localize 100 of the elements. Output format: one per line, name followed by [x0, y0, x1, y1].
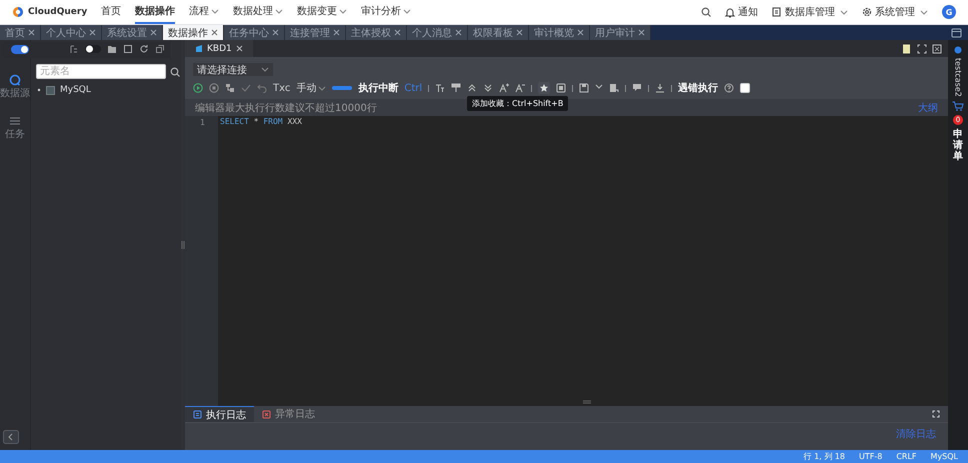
expand-down-icon[interactable] — [483, 83, 494, 93]
mode-dropdown[interactable]: 手动 — [296, 81, 326, 95]
user-avatar[interactable]: G — [942, 5, 956, 19]
close-icon[interactable] — [333, 29, 340, 36]
run-icon[interactable] — [193, 83, 203, 93]
close-icon[interactable] — [28, 29, 35, 36]
window-icon[interactable] — [932, 44, 942, 54]
page-tab[interactable]: 系统设置 — [102, 25, 163, 40]
page-tab[interactable]: 个人中心 — [41, 25, 102, 40]
code-line: SELECT * FROM XXX — [219, 117, 303, 126]
status-dot-icon — [954, 46, 962, 54]
interrupt-switch[interactable] — [332, 86, 352, 90]
editor-hint: 编辑器最大执行行数建议不超过10000行 — [195, 102, 377, 115]
gear-icon — [862, 6, 872, 18]
download-icon[interactable] — [655, 83, 666, 93]
close-icon[interactable] — [394, 29, 401, 36]
caret-icon — [211, 8, 220, 14]
search-field[interactable]: 元素名 — [36, 64, 166, 79]
rail-item[interactable]: 数据源 — [0, 74, 30, 99]
caret-icon — [840, 8, 848, 16]
nav-menu-item[interactable]: 数据处理 — [233, 0, 284, 24]
nav-menu-item[interactable]: 审计分析 — [361, 0, 412, 24]
page-tab[interactable]: 连接管理 — [285, 25, 346, 40]
nav-action-item[interactable]: 通知 — [725, 5, 758, 19]
resize-handle-icon[interactable] — [181, 241, 185, 249]
tree-item[interactable]: MySQL — [31, 83, 181, 97]
folder-icon[interactable] — [107, 44, 117, 54]
close-icon[interactable] — [150, 29, 157, 36]
caret-icon — [339, 8, 348, 14]
caret-icon — [275, 8, 284, 14]
rail-item[interactable]: 任务 — [5, 115, 25, 140]
font-size-icon[interactable] — [435, 83, 446, 93]
comment-icon[interactable] — [632, 83, 642, 93]
resize-handle-icon[interactable] — [583, 400, 591, 404]
caret-icon — [920, 8, 928, 16]
close-icon[interactable] — [577, 29, 584, 36]
font-decrease-icon[interactable] — [515, 83, 526, 93]
status-item: UTF-8 — [859, 452, 882, 461]
status-item: CRLF — [896, 452, 917, 461]
connection-select[interactable]: 请选择连接 — [193, 63, 273, 76]
collapse-up-icon[interactable] — [467, 83, 478, 93]
log-tab[interactable]: 执行日志 — [185, 406, 254, 422]
transaction-label: Txc — [273, 82, 290, 94]
collapse-icon[interactable] — [3, 430, 19, 444]
close-icon[interactable] — [89, 29, 96, 36]
fullscreen-icon[interactable] — [917, 44, 927, 54]
line-number: 1 — [198, 118, 206, 127]
search-icon[interactable] — [170, 66, 180, 76]
error-log-icon — [262, 410, 271, 418]
font-increase-icon[interactable] — [499, 83, 510, 93]
close-icon[interactable] — [638, 29, 645, 36]
nav-menu-item[interactable]: 流程 — [189, 0, 220, 24]
cart-icon[interactable] — [952, 100, 964, 111]
continue-checkbox[interactable] — [740, 83, 750, 93]
page-tab[interactable]: 用户审计 — [590, 25, 651, 40]
log-tab[interactable]: 异常日志 — [254, 406, 323, 422]
refresh-icon[interactable] — [139, 44, 149, 54]
brand-name: CloudQuery — [28, 7, 88, 17]
star-icon[interactable] — [538, 82, 550, 94]
copy-icon[interactable] — [123, 44, 133, 54]
close-icon[interactable] — [455, 29, 462, 36]
status-item: MySQL — [930, 452, 958, 461]
help-icon[interactable] — [724, 83, 734, 93]
save-icon[interactable] — [579, 83, 590, 93]
nav-action-item[interactable]: 系统管理 — [862, 5, 928, 19]
caret-icon — [261, 66, 269, 73]
page-tab[interactable]: 权限看板 — [468, 25, 529, 40]
shortcut-label: Ctrl — [404, 82, 422, 94]
document-icon[interactable] — [902, 44, 912, 54]
requests-label[interactable]: 申请单 — [953, 128, 963, 162]
interrupt-label: 执行中断 — [358, 82, 398, 95]
theme-switch[interactable] — [11, 44, 29, 54]
session-label[interactable]: testcase2 — [954, 58, 962, 97]
nav-menu-item[interactable]: 首页 — [101, 0, 122, 24]
search-icon[interactable] — [701, 7, 711, 17]
check-icon[interactable] — [241, 83, 251, 93]
close-icon[interactable] — [236, 45, 243, 52]
editor-tab[interactable]: KBD1 — [185, 40, 253, 57]
close-icon[interactable] — [211, 29, 218, 36]
stop-icon[interactable] — [209, 83, 219, 93]
page-tab[interactable]: 个人消息 — [407, 25, 468, 40]
toggle-icon[interactable] — [85, 44, 101, 54]
page-tab[interactable]: 主体授权 — [346, 25, 407, 40]
caret-icon — [318, 84, 326, 92]
bullet-icon — [37, 88, 41, 92]
bell-icon — [725, 6, 735, 18]
sort-icon[interactable] — [69, 44, 79, 54]
nav-action-item[interactable]: 数据库管理 — [772, 5, 848, 19]
page-tab[interactable]: 审计概览 — [529, 25, 590, 40]
page-tab[interactable]: 数据操作 — [163, 25, 224, 40]
page-tab[interactable]: 任务中心 — [224, 25, 285, 40]
fullscreen-icon[interactable] — [932, 410, 940, 418]
close-icon[interactable] — [272, 29, 279, 36]
logo-icon — [12, 6, 24, 18]
nav-menu-item[interactable]: 数据变更 — [297, 0, 348, 24]
caret-icon — [403, 8, 412, 14]
status-item: 行 1, 列 18 — [804, 451, 845, 462]
window-icon[interactable] — [951, 28, 962, 38]
close-icon[interactable] — [516, 29, 523, 36]
page-tab[interactable]: 首页 — [0, 25, 41, 40]
